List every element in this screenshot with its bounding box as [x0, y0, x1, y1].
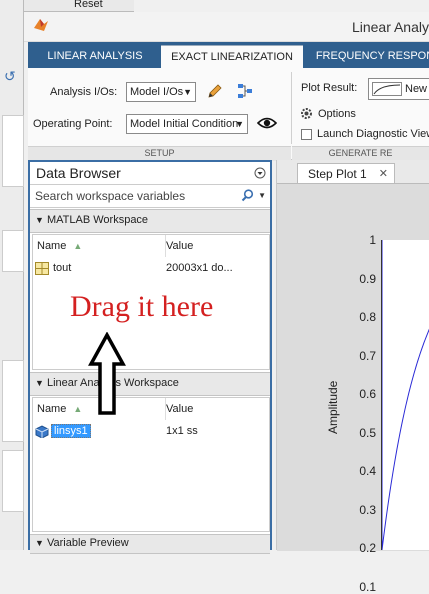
- plot-area: Step Plot 1 ✕ Amplitude 1 0.9 0.8 0.7 0.6 0.5…: [276, 160, 429, 594]
- refresh-icon[interactable]: ↺: [4, 68, 16, 85]
- plot-result-value: New: [405, 83, 428, 95]
- chevron-down-icon[interactable]: ▼: [258, 191, 266, 200]
- sort-ascending-icon: ▲: [73, 241, 83, 251]
- operating-point-dropdown[interactable]: Model Initial Condition ▼: [126, 114, 248, 134]
- ribbon-tab-strip: LINEAR ANALYSIS EXACT LINEARIZATION FREQ…: [28, 42, 429, 69]
- collapse-triangle-icon[interactable]: ▼: [35, 538, 44, 548]
- section-linear-analysis-workspace[interactable]: ▼ Linear Analysis Workspace: [30, 372, 270, 396]
- operating-point-value: Model Initial Condition: [130, 118, 239, 130]
- tab-frequency-response[interactable]: FREQUENCY RESPON: [310, 45, 429, 68]
- sort-ascending-icon: ▲: [73, 404, 83, 414]
- background-desktop-strip: ↺: [0, 0, 24, 550]
- background-thumbnail: [2, 450, 24, 512]
- group-generate-label: GENERATE RE: [292, 146, 429, 161]
- eye-icon[interactable]: [257, 116, 277, 130]
- plot-result-dropdown[interactable]: New: [368, 78, 429, 100]
- variable-value: 20003x1 do...: [166, 262, 233, 274]
- y-tick-label: 0.7: [359, 348, 376, 363]
- column-header-value[interactable]: Value: [162, 398, 271, 420]
- options-button[interactable]: Options: [318, 108, 356, 120]
- data-browser-title: Data Browser: [36, 165, 121, 181]
- search-input[interactable]: Search workspace variables: [35, 189, 185, 203]
- variable-name: tout: [53, 262, 72, 274]
- window-titlebar: Linear Analy: [24, 12, 429, 42]
- arrow-up-icon: [88, 332, 126, 415]
- variable-grid-icon: [35, 262, 49, 275]
- section-variable-preview[interactable]: ▼ Variable Preview: [30, 534, 270, 554]
- variable-value: 1x1 ss: [166, 425, 198, 437]
- linear-workspace-table: Name ▲ Value linsys1 1x1 ss: [32, 397, 270, 532]
- y-tick-label: 0.6: [359, 387, 376, 401]
- column-header-value[interactable]: Value: [162, 235, 271, 257]
- tab-step-plot-1-label: Step Plot 1: [308, 167, 367, 181]
- y-tick-label: 0.9: [359, 271, 376, 286]
- group-setup-label: SETUP: [28, 146, 291, 161]
- y-tick-label: 0.2: [359, 541, 376, 555]
- section-matlab-workspace-label: MATLAB Workspace: [46, 214, 149, 226]
- search-bar[interactable]: Search workspace variables ▼: [30, 185, 270, 208]
- linear-system-icon: [35, 425, 49, 438]
- drag-annotation-text: Drag it here: [70, 290, 214, 323]
- section-variable-preview-label: Variable Preview: [46, 537, 129, 549]
- plot-result-label: Plot Result:: [301, 82, 358, 94]
- ribbon-divider: [291, 72, 292, 144]
- y-tick-label: 0.1: [359, 579, 376, 594]
- chevron-down-icon: ▼: [183, 87, 192, 97]
- section-matlab-workspace[interactable]: ▼ MATLAB Workspace: [30, 209, 270, 233]
- column-header-name[interactable]: Name ▲: [33, 235, 166, 257]
- y-tick-label: 0.4: [359, 464, 376, 478]
- launch-diagnostic-checkbox[interactable]: [301, 129, 312, 140]
- background-thumbnail: [2, 230, 24, 272]
- y-tick-label: 0.8: [359, 310, 376, 324]
- table-row[interactable]: tout 20003x1 do...: [33, 259, 267, 277]
- launch-diagnostic-label: Launch Diagnostic View: [317, 128, 429, 140]
- y-axis-label: Amplitude: [326, 380, 340, 434]
- table-row[interactable]: linsys1 1x1 ss: [33, 422, 267, 440]
- data-browser-panel: Data Browser Search workspace variables …: [28, 160, 272, 554]
- y-tick-label: 1: [369, 233, 376, 247]
- reset-button-label[interactable]: Reset: [74, 0, 103, 10]
- tab-exact-linearization[interactable]: EXACT LINEARIZATION: [161, 45, 303, 69]
- column-header-name-label: Name: [37, 403, 67, 415]
- tab-linear-analysis[interactable]: LINEAR ANALYSIS: [34, 45, 156, 68]
- y-tick-label: 0.5: [359, 425, 376, 440]
- panel-menu-icon[interactable]: [254, 167, 266, 179]
- io-network-icon[interactable]: [236, 82, 254, 100]
- background-thumbnail: [2, 360, 24, 442]
- gear-icon[interactable]: [300, 107, 313, 120]
- analysis-ios-value: Model I/Os: [130, 86, 184, 98]
- collapse-triangle-icon[interactable]: ▼: [35, 378, 44, 388]
- analysis-ios-dropdown[interactable]: Model I/Os ▼: [126, 82, 196, 102]
- matlab-logo-icon: [34, 19, 48, 31]
- column-header-name-label: Name: [37, 240, 67, 252]
- y-tick-label: 0.3: [359, 502, 376, 517]
- collapse-triangle-icon[interactable]: ▼: [35, 215, 44, 225]
- data-browser-header: Data Browser: [30, 162, 270, 185]
- edit-pencil-icon[interactable]: [206, 82, 224, 100]
- plot-axes: [381, 240, 429, 550]
- search-icon[interactable]: [241, 189, 254, 202]
- close-icon[interactable]: ✕: [379, 164, 388, 184]
- background-toolbar: Reset: [24, 0, 134, 12]
- window-title: Linear Analy: [351, 19, 429, 35]
- step-response-path: [382, 240, 429, 550]
- ribbon-panel: Analysis I/Os: Model I/Os ▼ Operating Po…: [28, 68, 429, 161]
- step-plot-icon: [372, 82, 402, 96]
- variable-name-selected[interactable]: linsys1: [51, 424, 91, 438]
- tab-step-plot-1[interactable]: Step Plot 1 ✕: [297, 163, 395, 183]
- background-thumbnail: [2, 115, 24, 187]
- operating-point-label: Operating Point:: [33, 118, 113, 130]
- chevron-down-icon: ▼: [235, 119, 244, 129]
- step-response-line: [382, 240, 429, 550]
- analysis-ios-label: Analysis I/Os:: [50, 86, 118, 98]
